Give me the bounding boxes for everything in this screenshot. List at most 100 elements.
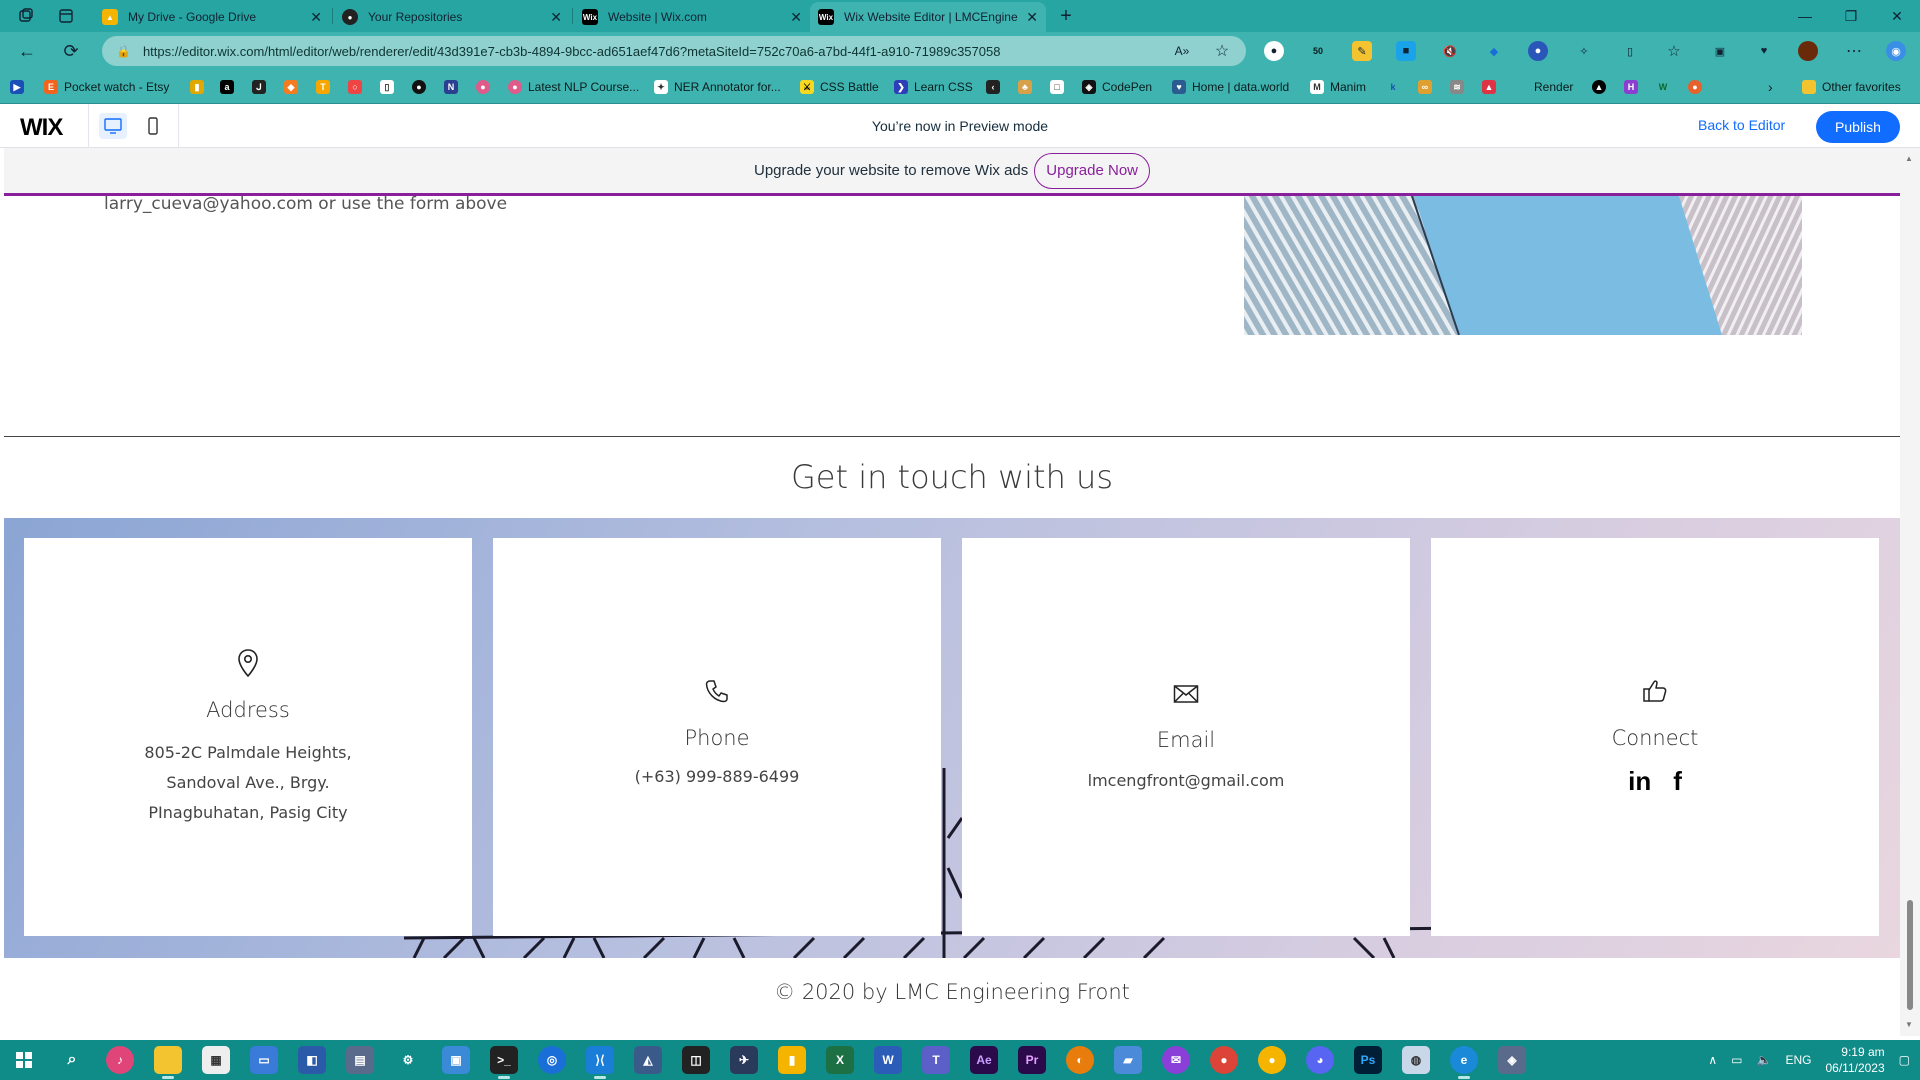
url-field[interactable]: 🔒 https://editor.wix.com/html/editor/web… [102,36,1246,66]
refresh-button[interactable]: ⟳ [56,37,86,65]
extension-icon[interactable]: ● [1264,41,1284,61]
blender-icon[interactable]: ◐ [1066,1046,1094,1074]
close-window-button[interactable]: ✕ [1874,0,1920,32]
tab-github[interactable]: ● Your Repositories ✕ [334,2,570,32]
extension-badge-icon[interactable]: 50 [1308,41,1328,61]
favorite-icon-only[interactable]: ▮ [190,77,210,97]
favorite-manim[interactable]: M Manim [1310,77,1366,97]
chevron-right-icon[interactable]: › [1768,77,1773,97]
read-aloud-icon[interactable]: A» [1172,41,1192,61]
new-tab-button[interactable]: + [1050,0,1082,32]
split-screen-icon[interactable]: ▯ [1620,41,1640,61]
teams-icon[interactable]: T [922,1046,950,1074]
highlighter-icon[interactable]: ✎ [1352,41,1372,61]
favorite-icon-only[interactable]: T [316,77,336,97]
favorite-icon-only[interactable]: ♣ [1018,77,1038,97]
app-icon[interactable]: ◍ [1402,1046,1430,1074]
scroll-up-arrow-icon[interactable]: ▲ [1905,154,1913,163]
tab-google-drive[interactable]: ▲ My Drive - Google Drive ✕ [94,2,330,32]
volume-icon[interactable]: 🔈 [1757,1053,1772,1067]
discord-icon[interactable]: ◕ [1306,1046,1334,1074]
tab-actions-icon[interactable] [46,0,86,32]
vscode-icon[interactable]: ⟩⟨ [586,1046,614,1079]
extension-icon[interactable]: ◆ [1484,41,1504,61]
scroll-down-arrow-icon[interactable]: ▼ [1905,1020,1913,1029]
amazon-icon[interactable]: a [220,77,240,97]
favorite-icon-only[interactable]: ‹ [986,77,1006,97]
close-tab-icon[interactable]: ✕ [310,9,322,26]
photoshop-icon[interactable]: Ps [1354,1046,1382,1074]
extensions-puzzle-icon[interactable]: ✧ [1574,41,1594,61]
favorite-other[interactable]: Other favorites [1802,77,1901,97]
performance-icon[interactable]: ♥ [1754,41,1774,61]
back-button[interactable]: ← [12,37,42,65]
chrome-icon[interactable]: ● [1210,1046,1238,1074]
favorite-icon-only[interactable]: □ [1050,77,1070,97]
restore-button[interactable]: ❐ [1828,0,1874,32]
mobile-view-button[interactable] [139,113,167,139]
favorite-icon-only[interactable]: ≋ [1450,77,1470,97]
favorite-icon-only[interactable]: H [1624,77,1644,97]
publish-button[interactable]: Publish [1816,111,1900,143]
favorite-icon-only[interactable]: ○ [348,77,368,97]
favorite-learn-css[interactable]: ❯ Learn CSS [894,77,973,97]
favorite-icon-only[interactable]: ● [476,77,496,97]
favorite-star-icon[interactable]: ☆ [1212,41,1232,61]
database-icon[interactable]: ◭ [634,1046,662,1074]
close-tab-icon[interactable]: ✕ [1026,9,1038,26]
favorite-data-world[interactable]: ♥ Home | data.world [1172,77,1289,97]
favorite-icon-only[interactable]: W [1656,77,1676,97]
file-explorer-icon[interactable] [154,1046,182,1079]
favorite-codepen[interactable]: ◈ CodePen [1082,77,1152,97]
favorite-css-battle[interactable]: ⚔ CSS Battle [800,77,879,97]
app-icon[interactable]: ▰ [1114,1046,1142,1074]
extension-icon[interactable]: ■ [1396,41,1416,61]
calculator-icon[interactable]: ▦ [202,1046,230,1074]
favorite-icon-only[interactable]: ▲ [1592,77,1612,97]
notification-icon[interactable]: ▢ [1899,1053,1910,1067]
app-icon[interactable]: ✈ [730,1046,758,1074]
email-address[interactable]: lmcengfront@gmail.com [962,766,1410,796]
favorite-icon-only[interactable]: ● [412,77,432,97]
app-icon[interactable]: ▤ [346,1046,374,1074]
network-icon[interactable]: ▭ [1731,1053,1742,1067]
desktop-view-button[interactable] [99,113,127,139]
extension-icon[interactable]: ● [1528,41,1548,61]
favorite-icon-only[interactable]: ∞ [1418,77,1438,97]
music-app-icon[interactable]: ♪ [106,1046,134,1074]
phone-number[interactable]: (+63) 999-889-6499 [493,762,941,792]
power-bi-icon[interactable]: ▮ [778,1046,806,1074]
edge-icon[interactable]: e [1450,1046,1478,1079]
settings-gear-icon[interactable]: ⚙ [394,1046,422,1074]
favorite-icon-only[interactable]: k [1386,77,1406,97]
after-effects-icon[interactable]: Ae [970,1046,998,1074]
facebook-icon[interactable]: f [1673,766,1682,797]
minimize-button[interactable]: — [1782,0,1828,32]
close-tab-icon[interactable]: ✕ [790,9,802,26]
chevron-up-icon[interactable]: ∧ [1708,1053,1717,1067]
close-tab-icon[interactable]: ✕ [550,9,562,26]
favorite-render[interactable]: Render [1514,77,1573,97]
app-icon[interactable]: ▣ [442,1046,470,1074]
document-icon[interactable]: ▯ [380,77,400,97]
scrollbar-thumb[interactable] [1907,900,1913,1010]
favorites-icon[interactable]: ☆ [1664,41,1684,61]
back-to-editor-link[interactable]: Back to Editor [1698,117,1785,133]
messenger-icon[interactable]: ✉ [1162,1046,1190,1074]
terminal-icon[interactable]: >_ [490,1046,518,1079]
premiere-icon[interactable]: Pr [1018,1046,1046,1074]
search-icon[interactable]: ⌕ [58,1046,86,1074]
tab-wix-editor[interactable]: Wix Wix Website Editor | LMCEngine ✕ [810,2,1046,32]
app-icon[interactable]: ◎ [538,1046,566,1074]
play-icon[interactable]: ▶ [10,77,30,97]
workspaces-icon[interactable] [6,0,46,32]
favorite-icon-only[interactable]: ● [1688,77,1708,97]
collections-icon[interactable]: ▣ [1710,41,1730,61]
favorite-icon-only[interactable]: ᒍ [252,77,272,97]
more-menu-icon[interactable]: ⋯ [1844,41,1864,61]
windows-start-icon[interactable] [10,1046,38,1074]
tab-wix-website[interactable]: Wix Website | Wix.com ✕ [574,2,810,32]
favorite-icon-only[interactable]: ◆ [284,77,304,97]
favorite-ner-annotator[interactable]: ✦ NER Annotator for... [654,77,781,97]
app-icon[interactable]: ◈ [1498,1046,1526,1074]
